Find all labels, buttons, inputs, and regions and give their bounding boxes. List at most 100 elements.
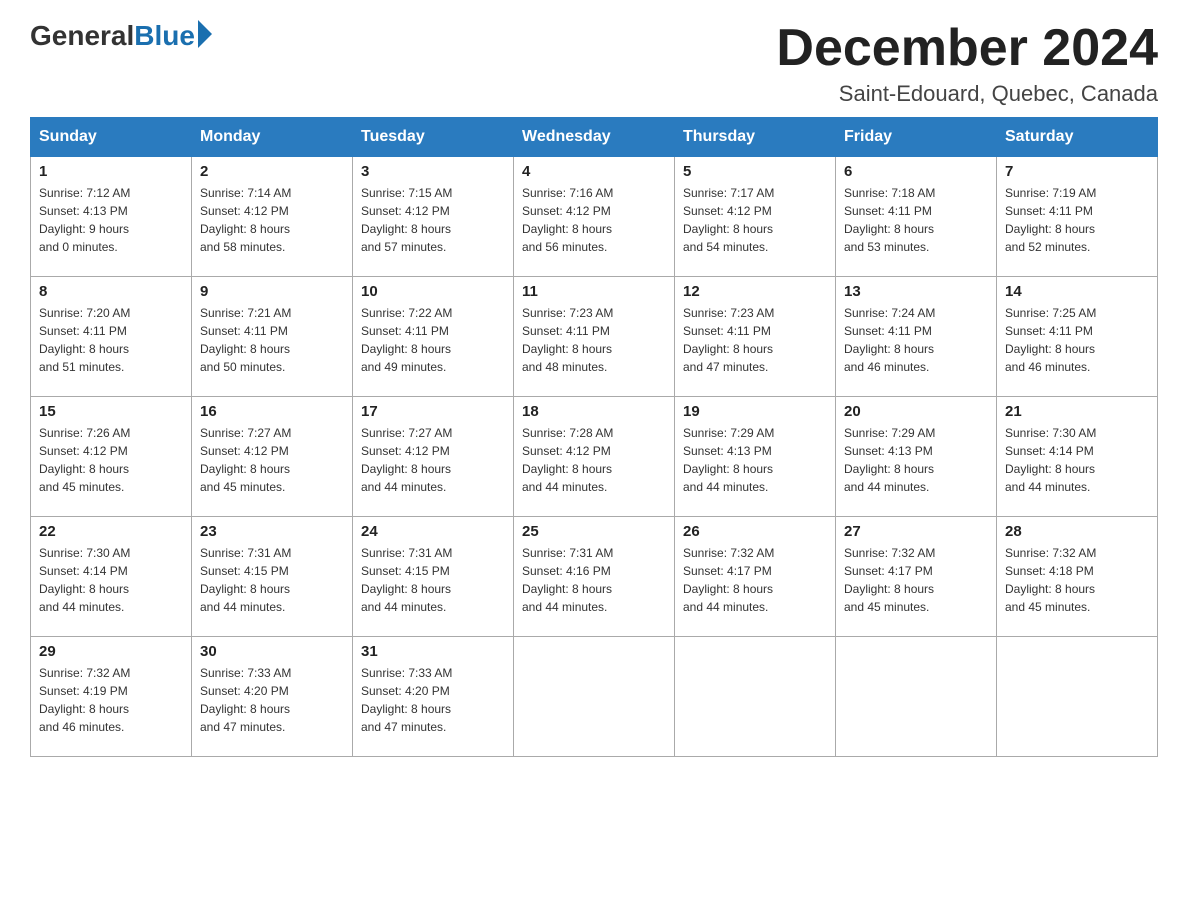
day-number: 14 — [1005, 283, 1149, 300]
calendar-cell: 7Sunrise: 7:19 AMSunset: 4:11 PMDaylight… — [997, 157, 1158, 277]
day-info: Sunrise: 7:33 AMSunset: 4:20 PMDaylight:… — [200, 664, 344, 736]
calendar-cell: 31 Sunrise: 7:33 AMSunset: 4:20 PMDayligh… — [353, 637, 514, 757]
calendar-cell: 22Sunrise: 7:30 AMSunset: 4:14 PMDayligh… — [31, 517, 192, 637]
day-info: Sunrise: 7:31 AMSunset: 4:15 PMDaylight:… — [361, 544, 505, 616]
day-info: Sunrise: 7:17 AMSunset: 4:12 PMDaylight:… — [683, 184, 827, 256]
calendar-cell — [675, 637, 836, 757]
day-number: 8 — [39, 283, 183, 300]
calendar-cell: 19 Sunrise: 7:29 AMSunset: 4:13 PMDayligh… — [675, 397, 836, 517]
header-day-tuesday: Tuesday — [353, 118, 514, 157]
calendar-cell: 21 Sunrise: 7:30 AMSunset: 4:14 PMDayligh… — [997, 397, 1158, 517]
calendar-cell — [836, 637, 997, 757]
day-info: Sunrise: 7:32 AMSunset: 4:17 PMDaylight:… — [683, 544, 827, 616]
day-info: Sunrise: 7:19 AMSunset: 4:11 PMDaylight:… — [1005, 184, 1149, 256]
day-number: 20 — [844, 403, 988, 420]
day-info: Sunrise: 7:27 AMSunset: 4:12 PMDaylight:… — [361, 424, 505, 496]
calendar-header: SundayMondayTuesdayWednesdayThursdayFrid… — [31, 118, 1158, 157]
calendar-cell: 11 Sunrise: 7:23 AMSunset: 4:11 PMDayligh… — [514, 277, 675, 397]
day-number: 30 — [200, 643, 344, 660]
day-info: Sunrise: 7:29 AMSunset: 4:13 PMDaylight:… — [844, 424, 988, 496]
day-number: 15 — [39, 403, 183, 420]
day-number: 25 — [522, 523, 666, 540]
day-info: Sunrise: 7:15 AMSunset: 4:12 PMDaylight:… — [361, 184, 505, 256]
logo: General Blue — [30, 20, 212, 52]
logo-arrow-icon — [198, 20, 212, 48]
calendar-cell: 6 Sunrise: 7:18 AMSunset: 4:11 PMDaylight… — [836, 157, 997, 277]
header-day-monday: Monday — [192, 118, 353, 157]
calendar-cell — [514, 637, 675, 757]
calendar-cell: 23Sunrise: 7:31 AMSunset: 4:15 PMDayligh… — [192, 517, 353, 637]
calendar-table: SundayMondayTuesdayWednesdayThursdayFrid… — [30, 117, 1158, 757]
header-day-friday: Friday — [836, 118, 997, 157]
day-number: 16 — [200, 403, 344, 420]
calendar-week-5: 29 Sunrise: 7:32 AMSunset: 4:19 PMDayligh… — [31, 637, 1158, 757]
day-number: 6 — [844, 163, 988, 180]
calendar-cell: 24 Sunrise: 7:31 AMSunset: 4:15 PMDayligh… — [353, 517, 514, 637]
calendar-week-4: 22Sunrise: 7:30 AMSunset: 4:14 PMDayligh… — [31, 517, 1158, 637]
day-number: 12 — [683, 283, 827, 300]
calendar-cell: 12 Sunrise: 7:23 AMSunset: 4:11 PMDayligh… — [675, 277, 836, 397]
calendar-cell: 27Sunrise: 7:32 AMSunset: 4:17 PMDayligh… — [836, 517, 997, 637]
day-number: 21 — [1005, 403, 1149, 420]
calendar-cell: 8Sunrise: 7:20 AMSunset: 4:11 PMDaylight… — [31, 277, 192, 397]
calendar-cell: 15Sunrise: 7:26 AMSunset: 4:12 PMDayligh… — [31, 397, 192, 517]
calendar-cell — [997, 637, 1158, 757]
day-number: 9 — [200, 283, 344, 300]
day-info: Sunrise: 7:21 AMSunset: 4:11 PMDaylight:… — [200, 304, 344, 376]
logo-general-text: General — [30, 20, 134, 52]
day-number: 13 — [844, 283, 988, 300]
page-header: General Blue December 2024 Saint-Edouard… — [30, 20, 1158, 107]
day-number: 19 — [683, 403, 827, 420]
day-number: 24 — [361, 523, 505, 540]
month-title: December 2024 — [776, 20, 1158, 77]
day-info: Sunrise: 7:30 AMSunset: 4:14 PMDaylight:… — [39, 544, 183, 616]
calendar-cell: 16 Sunrise: 7:27 AMSunset: 4:12 PMDayligh… — [192, 397, 353, 517]
calendar-cell: 17 Sunrise: 7:27 AMSunset: 4:12 PMDayligh… — [353, 397, 514, 517]
day-info: Sunrise: 7:14 AMSunset: 4:12 PMDaylight:… — [200, 184, 344, 256]
day-info: Sunrise: 7:24 AMSunset: 4:11 PMDaylight:… — [844, 304, 988, 376]
calendar-cell: 3Sunrise: 7:15 AMSunset: 4:12 PMDaylight… — [353, 157, 514, 277]
calendar-cell: 20 Sunrise: 7:29 AMSunset: 4:13 PMDayligh… — [836, 397, 997, 517]
day-info: Sunrise: 7:16 AMSunset: 4:12 PMDaylight:… — [522, 184, 666, 256]
day-info: Sunrise: 7:31 AMSunset: 4:16 PMDaylight:… — [522, 544, 666, 616]
day-number: 5 — [683, 163, 827, 180]
day-number: 26 — [683, 523, 827, 540]
day-info: Sunrise: 7:32 AMSunset: 4:18 PMDaylight:… — [1005, 544, 1149, 616]
day-info: Sunrise: 7:18 AMSunset: 4:11 PMDaylight:… — [844, 184, 988, 256]
calendar-cell: 9 Sunrise: 7:21 AMSunset: 4:11 PMDaylight… — [192, 277, 353, 397]
day-number: 17 — [361, 403, 505, 420]
day-info: Sunrise: 7:25 AMSunset: 4:11 PMDaylight:… — [1005, 304, 1149, 376]
calendar-cell: 2 Sunrise: 7:14 AMSunset: 4:12 PMDaylight… — [192, 157, 353, 277]
day-number: 10 — [361, 283, 505, 300]
header-day-thursday: Thursday — [675, 118, 836, 157]
day-info: Sunrise: 7:29 AMSunset: 4:13 PMDaylight:… — [683, 424, 827, 496]
calendar-cell: 28Sunrise: 7:32 AMSunset: 4:18 PMDayligh… — [997, 517, 1158, 637]
calendar-cell: 26 Sunrise: 7:32 AMSunset: 4:17 PMDayligh… — [675, 517, 836, 637]
day-info: Sunrise: 7:23 AMSunset: 4:11 PMDaylight:… — [683, 304, 827, 376]
day-number: 18 — [522, 403, 666, 420]
day-number: 31 — [361, 643, 505, 660]
location-title: Saint-Edouard, Quebec, Canada — [776, 81, 1158, 107]
logo-blue-part: Blue — [134, 20, 212, 52]
calendar-week-2: 8Sunrise: 7:20 AMSunset: 4:11 PMDaylight… — [31, 277, 1158, 397]
calendar-cell: 29 Sunrise: 7:32 AMSunset: 4:19 PMDayligh… — [31, 637, 192, 757]
day-number: 1 — [39, 163, 183, 180]
day-info: Sunrise: 7:27 AMSunset: 4:12 PMDaylight:… — [200, 424, 344, 496]
calendar-cell: 14 Sunrise: 7:25 AMSunset: 4:11 PMDayligh… — [997, 277, 1158, 397]
calendar-cell: 30 Sunrise: 7:33 AMSunset: 4:20 PMDayligh… — [192, 637, 353, 757]
day-number: 27 — [844, 523, 988, 540]
day-info: Sunrise: 7:30 AMSunset: 4:14 PMDaylight:… — [1005, 424, 1149, 496]
calendar-cell: 4Sunrise: 7:16 AMSunset: 4:12 PMDaylight… — [514, 157, 675, 277]
calendar-cell: 25 Sunrise: 7:31 AMSunset: 4:16 PMDayligh… — [514, 517, 675, 637]
day-info: Sunrise: 7:32 AMSunset: 4:19 PMDaylight:… — [39, 664, 183, 736]
day-number: 29 — [39, 643, 183, 660]
calendar-week-3: 15Sunrise: 7:26 AMSunset: 4:12 PMDayligh… — [31, 397, 1158, 517]
day-number: 2 — [200, 163, 344, 180]
day-info: Sunrise: 7:23 AMSunset: 4:11 PMDaylight:… — [522, 304, 666, 376]
day-number: 11 — [522, 283, 666, 300]
day-info: Sunrise: 7:33 AMSunset: 4:20 PMDaylight:… — [361, 664, 505, 736]
calendar-cell: 10Sunrise: 7:22 AMSunset: 4:11 PMDayligh… — [353, 277, 514, 397]
header-day-saturday: Saturday — [997, 118, 1158, 157]
header-day-sunday: Sunday — [31, 118, 192, 157]
title-block: December 2024 Saint-Edouard, Quebec, Can… — [776, 20, 1158, 107]
